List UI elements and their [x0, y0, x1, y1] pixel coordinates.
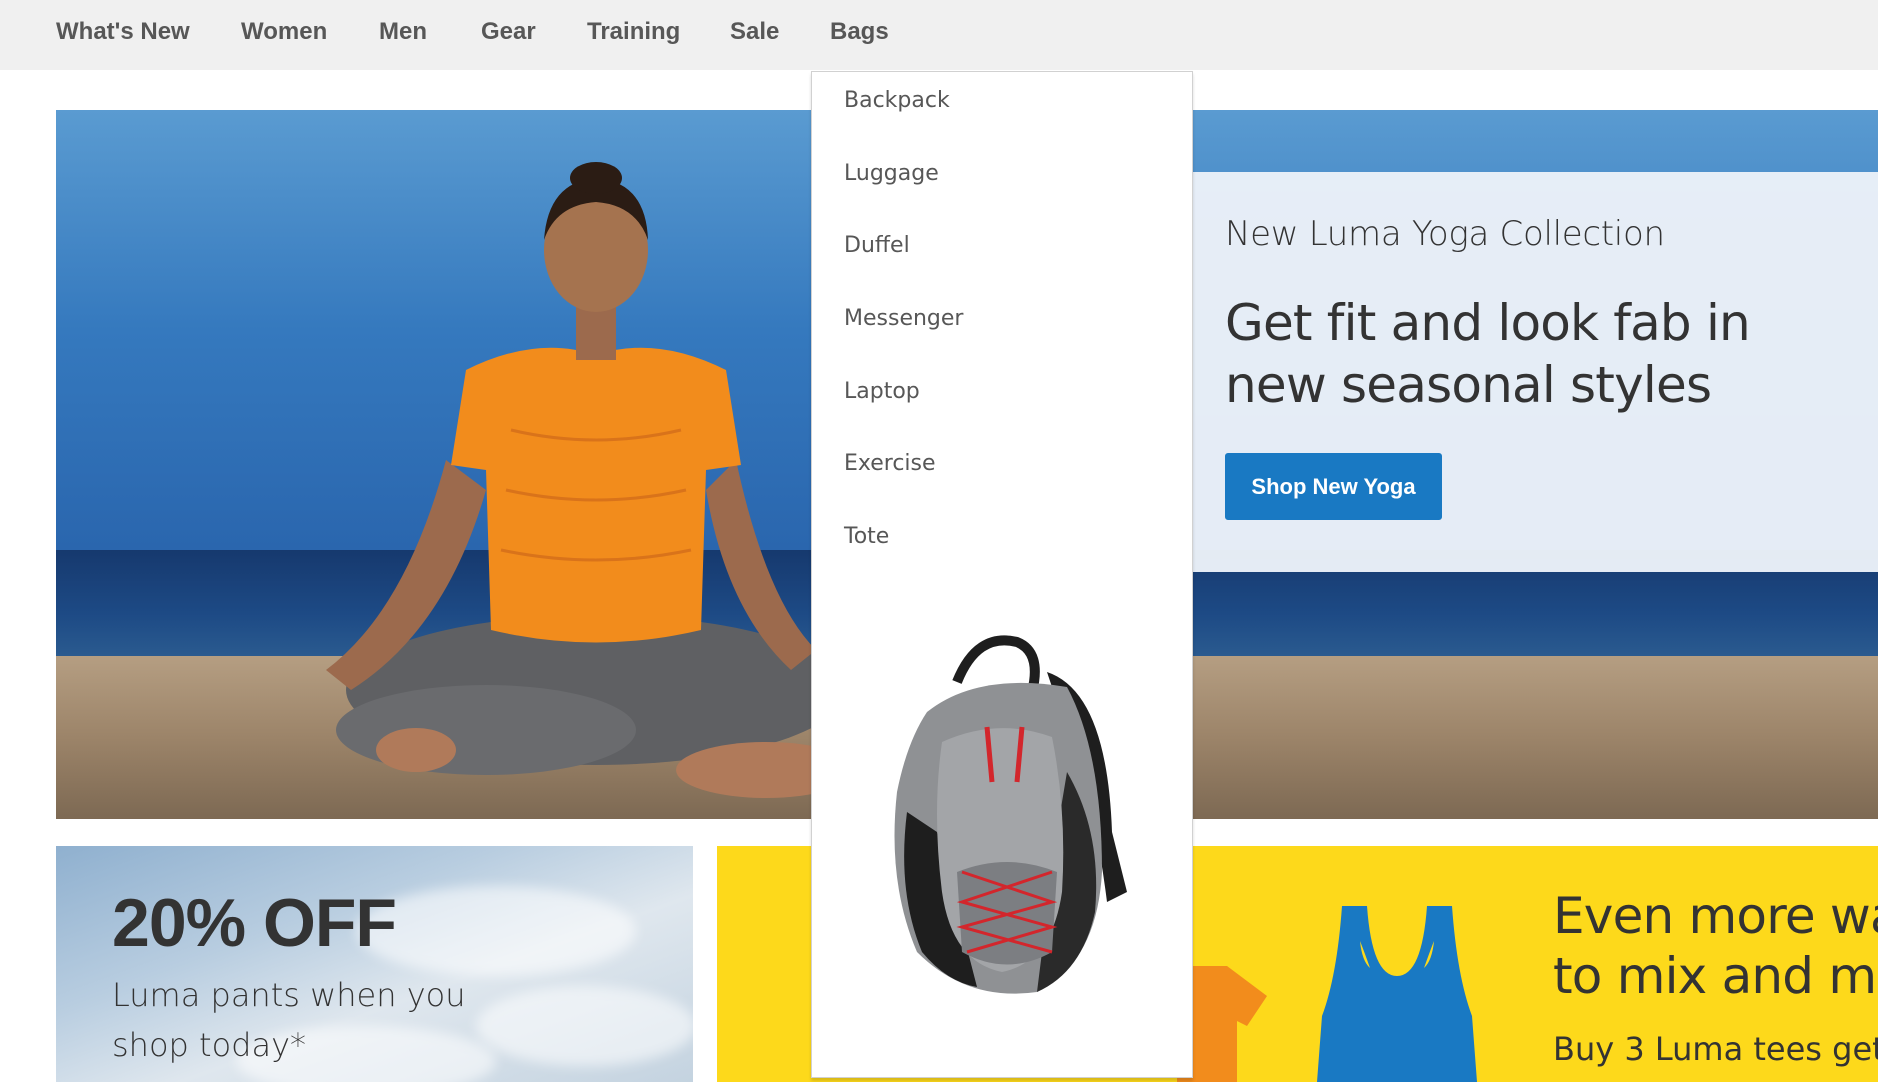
nav-item-bags[interactable]: Bags: [830, 18, 889, 46]
tees-title: Even more way to mix and ma: [1553, 886, 1878, 1006]
dropdown-item-messenger[interactable]: Messenger: [844, 306, 963, 331]
dropdown-item-exercise[interactable]: Exercise: [844, 451, 936, 476]
nav-item-sale[interactable]: Sale: [730, 18, 779, 46]
hero-promo-panel: New Luma Yoga Collection Get fit and loo…: [1191, 172, 1878, 572]
main-navigation: What's New Women Men Gear Training Sale …: [0, 0, 1878, 70]
dropdown-item-backpack[interactable]: Backpack: [844, 88, 950, 113]
dropdown-item-laptop[interactable]: Laptop: [844, 379, 920, 404]
nav-item-whats-new[interactable]: What's New: [56, 18, 190, 46]
pants-sale-tile[interactable]: 20% OFF Luma pants when you shop today*: [56, 846, 693, 1082]
nav-item-gear[interactable]: Gear: [481, 18, 536, 46]
nav-item-men[interactable]: Men: [379, 18, 427, 46]
sale-title: 20% OFF: [112, 885, 397, 961]
promo-eyebrow: New Luma Yoga Collection: [1225, 214, 1665, 254]
backpack-product-image[interactable]: [867, 632, 1137, 1002]
tees-subtitle: Buy 3 Luma tees get: [1553, 1030, 1878, 1068]
dropdown-item-tote[interactable]: Tote: [844, 524, 889, 549]
bags-dropdown-menu: Backpack Luggage Duffel Messenger Laptop…: [811, 71, 1193, 1078]
tees-title-line-2: to mix and ma: [1553, 947, 1878, 1005]
blue-tanktop-icon: [1317, 906, 1477, 1082]
nav-item-training[interactable]: Training: [587, 18, 680, 46]
yoga-woman-image: [326, 162, 856, 798]
sale-subtitle: Luma pants when you shop today*: [112, 976, 466, 1064]
tees-title-line-1: Even more way: [1553, 887, 1878, 945]
promo-headline: Get fit and look fab in new seasonal sty…: [1225, 294, 1751, 414]
cloud-decoration: [356, 886, 636, 976]
dropdown-item-luggage[interactable]: Luggage: [844, 161, 939, 186]
shop-new-yoga-button[interactable]: Shop New Yoga: [1225, 453, 1442, 520]
dropdown-item-duffel[interactable]: Duffel: [844, 233, 910, 258]
nav-item-women[interactable]: Women: [241, 18, 327, 46]
